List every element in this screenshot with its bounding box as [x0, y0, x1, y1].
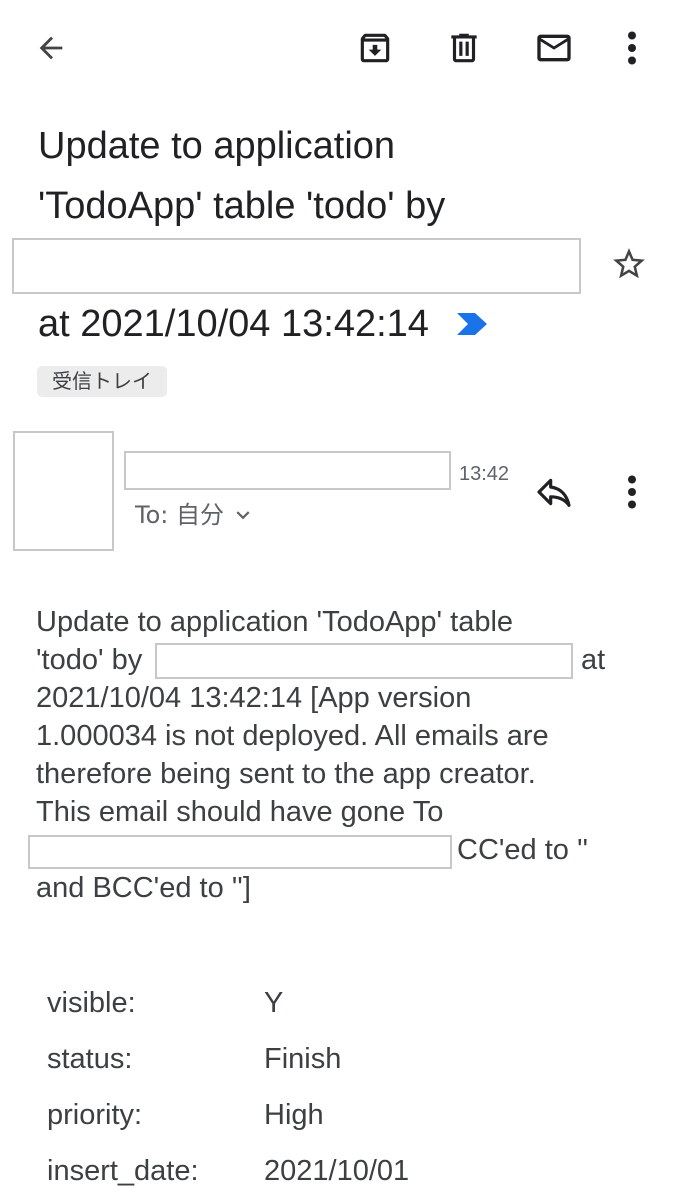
body-line: 'todo' by: [36, 644, 143, 676]
chevron-down-icon: [236, 511, 250, 520]
more-options-button[interactable]: [604, 20, 660, 76]
inbox-label-chip[interactable]: 受信トレイ: [37, 366, 167, 397]
field-value-visible: Y: [264, 987, 284, 1019]
more-vert-icon: [628, 31, 636, 65]
arrow-back-icon: [39, 36, 63, 60]
mark-unread-button[interactable]: [526, 20, 582, 76]
delete-button[interactable]: [436, 20, 492, 76]
subject-line-2: 'TodoApp' table 'todo' by: [38, 185, 446, 227]
back-button[interactable]: [23, 20, 79, 76]
body-line: CC'ed to '': [457, 834, 589, 866]
field-key-visible: visible:: [47, 987, 136, 1019]
redacted-recipient: [28, 835, 452, 869]
mail-icon: [537, 34, 571, 62]
body-line: Update to application 'TodoApp' table: [36, 606, 514, 638]
body-line: and BCC'ed to '']: [36, 872, 251, 904]
body-line: This email should have gone To: [36, 796, 444, 828]
field-value-insert-date: 2021/10/01: [264, 1155, 410, 1187]
star-outline-icon: [613, 248, 645, 279]
body-line: therefore being sent to the app creator.: [36, 758, 536, 790]
field-value-priority: High: [264, 1099, 324, 1131]
reply-button[interactable]: [526, 464, 582, 520]
field-key-priority: priority:: [47, 1099, 143, 1131]
body-line: 1.000034 is not deployed. All emails are: [36, 720, 549, 752]
redacted-sender-name[interactable]: [124, 451, 451, 490]
star-button[interactable]: [601, 236, 657, 292]
message-more-button[interactable]: [604, 464, 660, 520]
redacted-user: [155, 643, 573, 679]
trash-icon: [451, 33, 477, 63]
field-value-status: Finish: [264, 1043, 342, 1075]
archive-icon: [360, 33, 390, 63]
avatar[interactable]: [13, 431, 114, 551]
body-line: at: [581, 644, 606, 676]
body-line: 2021/10/04 13:42:14 [App version: [36, 682, 472, 714]
archive-button[interactable]: [347, 20, 403, 76]
subject-line-1: Update to application: [38, 125, 396, 167]
reply-icon: [537, 478, 571, 507]
message-time: 13:42: [459, 463, 510, 485]
recipient-label: To: 自分: [135, 501, 224, 529]
field-key-insert-date: insert_date:: [47, 1155, 199, 1187]
field-key-status: status:: [47, 1043, 133, 1075]
importance-marker-icon[interactable]: [455, 311, 489, 337]
recipient-details-toggle[interactable]: To: 自分: [135, 498, 256, 532]
redacted-sender: [12, 238, 581, 294]
subject-line-3: at 2021/10/04 13:42:14: [38, 303, 429, 345]
more-vert-icon: [628, 475, 636, 509]
